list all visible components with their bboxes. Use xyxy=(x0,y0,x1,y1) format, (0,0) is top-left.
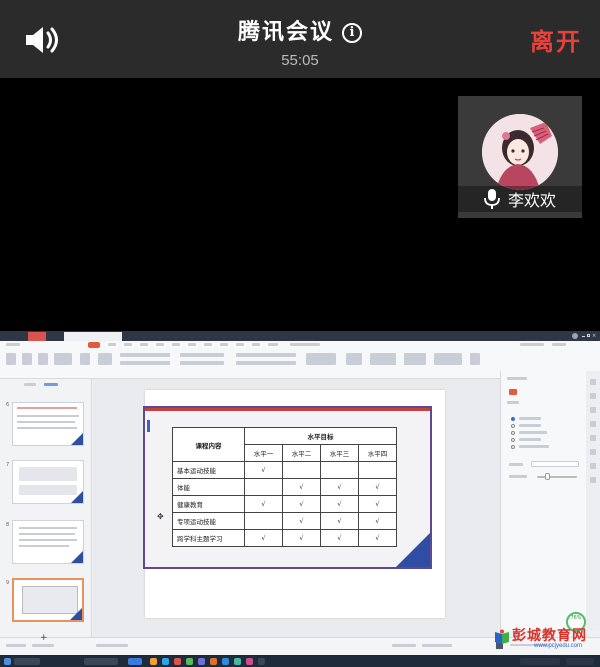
thumbnail-number: 8 xyxy=(6,522,10,528)
level-header: 水平三 xyxy=(320,444,359,462)
check-mark-cell: √ xyxy=(244,461,283,479)
check-mark-cell: √ xyxy=(282,512,321,530)
meeting-title-area: 腾讯会议 i xyxy=(0,14,600,46)
slide-thumbnail[interactable] xyxy=(12,460,84,504)
slide-accent xyxy=(147,420,150,432)
app-icon-5[interactable] xyxy=(234,658,241,665)
clock[interactable] xyxy=(566,658,594,665)
radio-picture-fill[interactable] xyxy=(511,431,515,435)
table-row: 基本运动技能 √ xyxy=(172,461,397,479)
browser-icon[interactable] xyxy=(162,658,169,665)
check-mark-cell: √ xyxy=(244,529,283,547)
table-row: 专项运动技能 √ √ √ xyxy=(172,512,397,530)
table-row: 健康教育 √ √ √ √ xyxy=(172,495,397,513)
check-mark-cell: √ xyxy=(320,529,359,547)
app-icon-7[interactable] xyxy=(258,658,265,665)
watermark-url: www.pcjyedu.com xyxy=(534,643,583,649)
check-mark-cell: √ xyxy=(320,512,359,530)
tab-home[interactable] xyxy=(4,332,10,341)
thumbnail-number: 9 xyxy=(6,580,10,586)
app-icon[interactable] xyxy=(186,658,193,665)
header-goal: 水平目标 xyxy=(244,427,397,445)
taskbar-app-button[interactable] xyxy=(84,658,118,665)
start-icon[interactable] xyxy=(4,658,11,665)
window-controls[interactable]: × xyxy=(582,333,596,339)
check-mark-cell: √ xyxy=(282,529,321,547)
radio-pattern-fill[interactable] xyxy=(511,438,515,442)
tab-docer[interactable] xyxy=(28,332,46,341)
slide-corner-decoration xyxy=(396,533,430,567)
taskbar-active-app[interactable] xyxy=(128,658,142,665)
book-logo-icon xyxy=(495,629,509,644)
slide-thumbnail[interactable] xyxy=(12,520,84,564)
tab-document[interactable] xyxy=(64,332,122,341)
participant-name: 李欢欢 xyxy=(507,191,556,210)
meeting-timer: 55:05 xyxy=(281,52,319,69)
table-row: 跨学科主题学习 √ √ √ √ xyxy=(172,529,397,547)
system-tray[interactable] xyxy=(520,658,560,665)
check-mark-cell: √ xyxy=(282,495,321,513)
check-mark-cell: √ xyxy=(320,478,359,496)
check-mark-cell: √ xyxy=(358,495,397,513)
empty-cell xyxy=(282,461,321,479)
participant-tile[interactable]: 李欢欢 xyxy=(458,96,582,218)
row-label: 健康教育 xyxy=(172,495,245,513)
app-icon-6[interactable] xyxy=(246,658,253,665)
check-mark-cell: √ xyxy=(358,478,397,496)
taskbar-search[interactable] xyxy=(14,658,40,665)
app-icon-3[interactable] xyxy=(210,658,217,665)
info-icon[interactable]: i xyxy=(342,23,362,43)
thumbnail-number: 7 xyxy=(6,462,10,468)
add-slide-button[interactable]: + xyxy=(40,633,48,643)
watermark-logo: 彭城教育网 www.pcjyedu.com xyxy=(494,625,600,655)
folder-icon[interactable] xyxy=(150,658,157,665)
wps-icon[interactable] xyxy=(174,658,181,665)
empty-cell xyxy=(320,461,359,479)
radio-hide-bg[interactable] xyxy=(511,445,515,449)
windows-taskbar xyxy=(0,655,600,667)
watermark-title: 彭城教育网 xyxy=(512,628,587,644)
course-level-table: 课程内容 水平目标 水平一 水平二 水平三 水平四 基本运动技能 √ 体能 √ √ √ 健康… xyxy=(172,427,397,547)
account-avatar[interactable] xyxy=(572,333,578,339)
thumbnail-number: 6 xyxy=(6,402,10,408)
empty-cell xyxy=(244,512,283,530)
mouse-cursor-icon: ✥ xyxy=(157,512,164,521)
check-mark-cell: √ xyxy=(320,495,359,513)
header-content: 课程内容 xyxy=(172,427,245,462)
empty-cell xyxy=(358,461,397,479)
side-toolbar xyxy=(586,371,600,631)
participant-name-bar: 李欢欢 xyxy=(458,186,582,212)
radio-gradient-fill[interactable] xyxy=(511,424,515,428)
row-label: 专项运动技能 xyxy=(172,512,245,530)
app-icon-4[interactable] xyxy=(222,658,229,665)
properties-pane xyxy=(500,371,586,631)
check-mark-cell: √ xyxy=(358,512,397,530)
microphone-icon xyxy=(484,189,500,209)
slide-top-band xyxy=(145,408,430,411)
ribbon-tab-start[interactable] xyxy=(88,342,100,348)
empty-cell xyxy=(244,478,283,496)
check-mark-cell: √ xyxy=(244,495,283,513)
check-mark-cell: √ xyxy=(282,478,321,496)
table-row: 体能 √ √ √ xyxy=(172,478,397,496)
leave-button[interactable]: 离开 xyxy=(530,22,582,57)
slide-thumbnail[interactable] xyxy=(12,402,84,446)
row-label: 体能 xyxy=(172,478,245,496)
level-header: 水平一 xyxy=(244,444,283,462)
app-tab-strip: × xyxy=(0,331,600,341)
row-label: 跨学科主题学习 xyxy=(172,529,245,547)
level-header: 水平四 xyxy=(358,444,397,462)
app-icon-2[interactable] xyxy=(198,658,205,665)
meeting-window: { "meeting": { "title": "腾讯会议", "timer":… xyxy=(0,0,600,667)
table-body: 基本运动技能 √ 体能 √ √ √ 健康教育 √ √ √ √ 专项运动技能 √ √ √ 跨学科主题学习 √ √ √ √ xyxy=(172,461,397,547)
slide-thumbnail-selected[interactable] xyxy=(12,578,84,622)
radio-solid-fill[interactable] xyxy=(511,417,515,421)
row-label: 基本运动技能 xyxy=(172,461,245,479)
meeting-title: 腾讯会议 xyxy=(237,20,334,45)
meeting-header: 腾讯会议 i 55:05 离开 xyxy=(0,0,600,78)
avatar xyxy=(482,114,558,190)
level-header: 水平二 xyxy=(282,444,321,462)
check-mark-cell: √ xyxy=(358,529,397,547)
